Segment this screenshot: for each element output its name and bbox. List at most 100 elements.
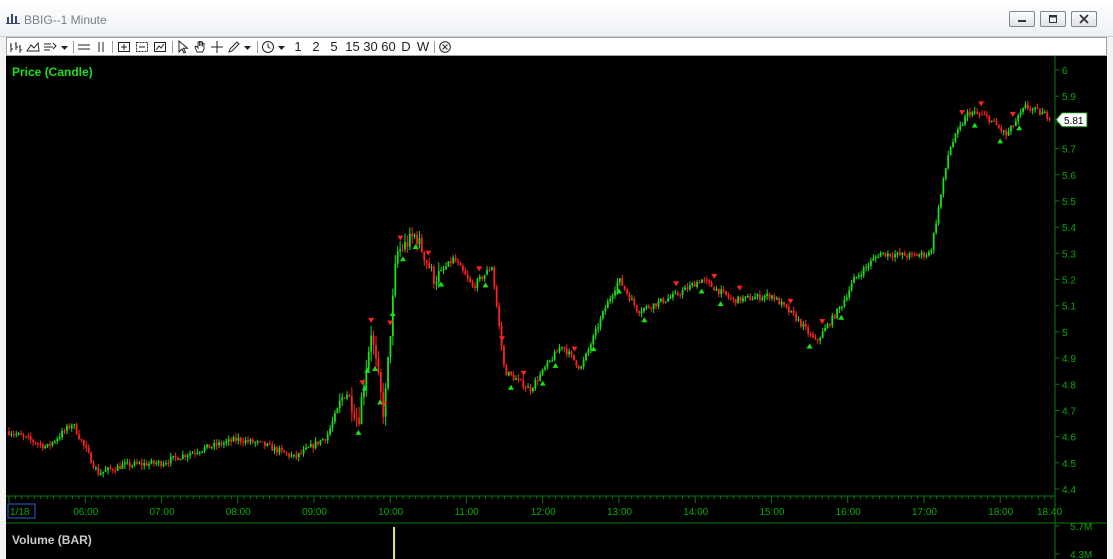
candle-body [367, 351, 370, 370]
candle-body [529, 386, 532, 392]
candle-body [194, 452, 196, 454]
candle-body [433, 266, 435, 284]
fit-chart-button[interactable] [152, 38, 168, 55]
candle-body [449, 261, 452, 264]
candle-body [816, 339, 819, 341]
candle-body [80, 438, 83, 441]
candle-body [556, 351, 558, 353]
price-tick-label: 5.5 [1062, 197, 1076, 208]
candle-body [679, 294, 682, 296]
candle-body [493, 267, 496, 288]
candle-body [669, 297, 672, 299]
candle-body [68, 425, 71, 429]
candle-body [428, 262, 431, 268]
candle-body [872, 258, 875, 261]
bar-chart-type-button[interactable] [9, 38, 23, 55]
mountain-chart-button[interactable] [26, 38, 40, 55]
candle-body [517, 378, 520, 380]
interval-15-button[interactable]: 15 [344, 38, 361, 55]
candle-body [681, 290, 684, 295]
candle-body [1022, 108, 1024, 113]
candle-body [824, 328, 826, 332]
maximize-button[interactable] [1040, 11, 1066, 27]
candle-body [686, 287, 689, 290]
interval-daily-button[interactable]: D [400, 38, 412, 55]
draw-tool-dropdown[interactable] [243, 38, 253, 55]
zoom-in-button[interactable] [116, 38, 132, 55]
candle-body [167, 463, 170, 465]
vertical-line-button[interactable] [94, 38, 108, 55]
sell-signal-marker [571, 346, 578, 352]
candle-body [889, 253, 892, 257]
candle-body [778, 297, 781, 305]
candle-body [119, 465, 121, 470]
close-button[interactable] [1071, 11, 1097, 27]
toolbar-separator [172, 41, 173, 53]
horizontal-line-button[interactable] [77, 38, 91, 55]
interval-5-button[interactable]: 5 [328, 38, 340, 55]
candle-body [616, 282, 619, 291]
draw-tool-button[interactable] [227, 38, 241, 55]
candle-body [348, 394, 351, 397]
pan-tool-button[interactable] [193, 38, 207, 55]
candle-body [532, 388, 534, 392]
studies-button[interactable] [43, 38, 57, 55]
candle-body [336, 408, 339, 414]
time-tick-label: 09:00 [302, 507, 327, 518]
price-tick-label: 5.1 [1062, 302, 1076, 313]
volume-panel: 5.7M 4.3M [393, 522, 1092, 559]
minimize-button[interactable] [1009, 11, 1035, 27]
crosshair-tool-button[interactable] [210, 38, 224, 55]
candle-body [969, 111, 971, 116]
candle-body [396, 251, 399, 264]
chart-area[interactable]: 65.95.85.75.65.55.45.35.25.154.94.84.74.… [6, 56, 1107, 559]
candle-body [256, 441, 259, 443]
candle-body [268, 443, 271, 445]
time-tick-label: 16:00 [836, 507, 861, 518]
buy-signal-marker [482, 282, 489, 288]
candle-body [264, 441, 266, 446]
candle-body [725, 291, 727, 295]
candle-body [457, 261, 459, 264]
candle-body [232, 437, 235, 442]
buy-signal-marker [971, 122, 978, 128]
interval-weekly-button[interactable]: W [416, 38, 430, 55]
candle-body [954, 133, 957, 142]
candle-body [976, 111, 979, 114]
interval-60-button[interactable]: 60 [380, 38, 397, 55]
interval-30-button[interactable]: 30 [362, 38, 379, 55]
zoom-out-button[interactable] [134, 38, 150, 55]
title-bar[interactable]: BBIG--1 Minute [0, 0, 1113, 37]
candle-body [867, 265, 870, 267]
candle-body [413, 234, 416, 237]
remove-all-button[interactable] [438, 38, 452, 55]
candle-body [901, 252, 904, 255]
candle-body [343, 397, 346, 399]
candle-body [355, 417, 358, 419]
interval-clock-button[interactable] [261, 38, 275, 55]
candle-body [1048, 118, 1051, 120]
candle-body [222, 443, 225, 445]
bar-chart-icon [10, 42, 22, 53]
candle-body [288, 453, 290, 457]
sell-signal-marker [1009, 111, 1016, 117]
candle-body [742, 297, 744, 302]
candle-body [73, 424, 76, 426]
candle-body [210, 446, 213, 449]
candle-body [15, 434, 18, 436]
interval-dropdown[interactable] [277, 38, 287, 55]
interval-2-button[interactable]: 2 [310, 38, 322, 55]
interval-1-button[interactable]: 1 [292, 38, 304, 55]
candle-body [739, 296, 742, 302]
candle-body [20, 433, 22, 436]
candle-body [1046, 112, 1049, 119]
price-tick-label: 4.4 [1062, 485, 1076, 496]
chart-type-dropdown[interactable] [60, 38, 70, 55]
candle-body [626, 289, 628, 294]
candle-body [290, 455, 293, 457]
candle-body [732, 298, 735, 300]
candle-body [640, 311, 643, 314]
candle-body [609, 298, 612, 302]
price-chart[interactable]: 65.95.85.75.65.55.45.35.25.154.94.84.74.… [6, 56, 1107, 559]
select-tool-button[interactable] [176, 38, 190, 55]
